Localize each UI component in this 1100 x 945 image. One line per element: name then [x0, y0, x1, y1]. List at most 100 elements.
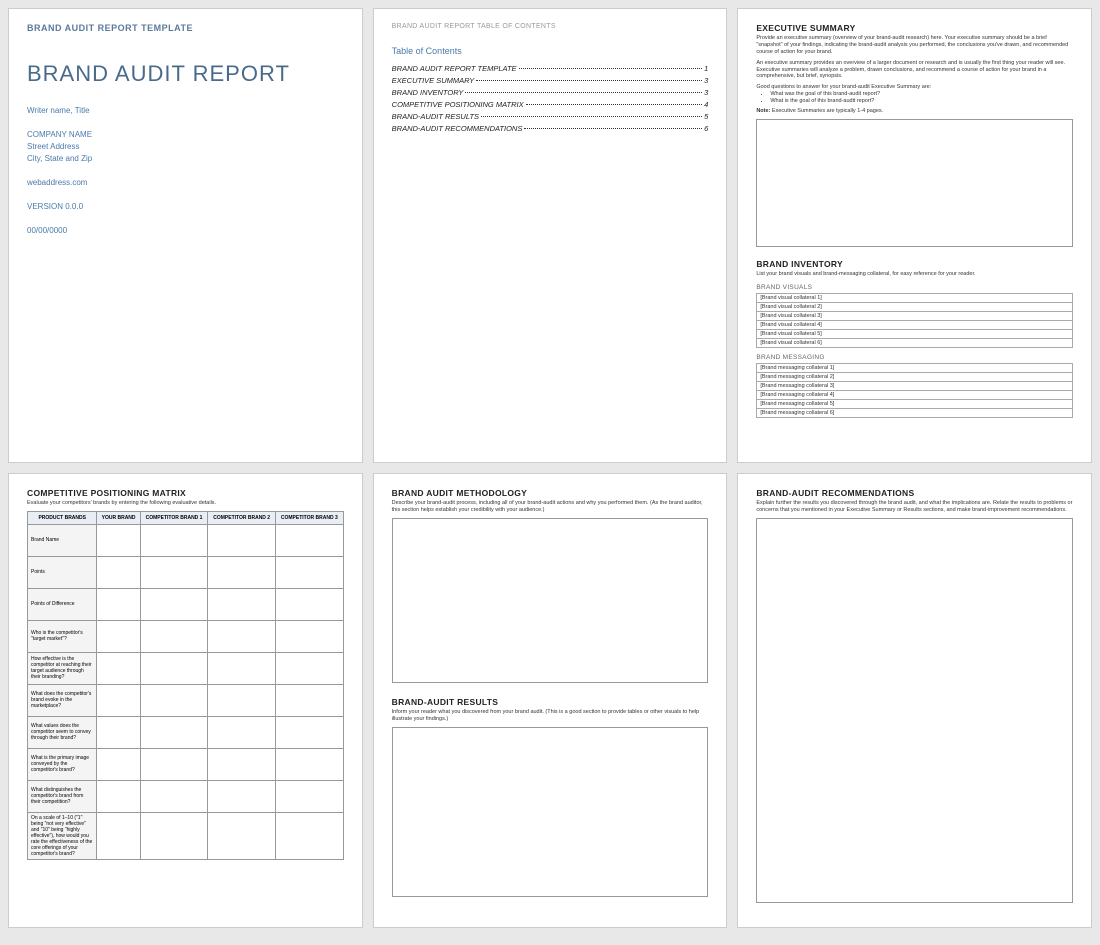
matrix-cell[interactable] — [97, 748, 140, 780]
exec-bullet: What is the goal of this brand-audit rep… — [770, 98, 1073, 105]
cover-street: Street Address — [27, 141, 344, 153]
toc-row-page: 5 — [704, 112, 708, 121]
matrix-row-label: Who is the competitor's "target market"? — [28, 620, 97, 652]
matrix-cell[interactable] — [275, 748, 343, 780]
methodology-input-box[interactable] — [392, 518, 709, 683]
toc-row-label: BRAND INVENTORY — [392, 88, 464, 97]
toc-list: BRAND AUDIT REPORT TEMPLATE 1 EXECUTIVE S… — [392, 64, 709, 133]
exec-bullets: What was the goal of this brand-audit re… — [770, 91, 1073, 105]
exec-desc3: Good questions to answer for your brand-… — [756, 84, 1073, 115]
matrix-cell[interactable] — [140, 716, 208, 748]
toc-title: Table of Contents — [392, 46, 709, 56]
matrix-cell[interactable] — [275, 684, 343, 716]
page-matrix: COMPETITIVE POSITIONING MATRIX Evaluate … — [8, 473, 363, 928]
matrix-cell[interactable] — [140, 652, 208, 684]
matrix-desc: Evaluate your competitors' brands by ent… — [27, 500, 344, 507]
matrix-cell[interactable] — [275, 780, 343, 812]
matrix-cell[interactable] — [97, 652, 140, 684]
matrix-cell[interactable] — [97, 780, 140, 812]
messaging-table: [Brand messaging collateral 1][Brand mes… — [756, 363, 1073, 418]
matrix-cell[interactable] — [97, 812, 140, 859]
matrix-header: COMPETITOR BRAND 2 — [208, 511, 276, 524]
matrix-cell[interactable] — [208, 716, 276, 748]
results-desc: Inform your reader what you discovered f… — [392, 709, 709, 723]
inventory-cell[interactable]: [Brand visual collateral 2] — [757, 302, 1073, 311]
matrix-cell[interactable] — [97, 684, 140, 716]
matrix-cell[interactable] — [208, 684, 276, 716]
matrix-cell[interactable] — [208, 588, 276, 620]
results-title: BRAND-AUDIT RESULTS — [392, 697, 709, 707]
matrix-cell[interactable] — [208, 652, 276, 684]
matrix-row-label: Brand Name — [28, 524, 97, 556]
matrix-cell[interactable] — [208, 556, 276, 588]
inventory-desc: List your brand visuals and brand-messag… — [756, 271, 1073, 278]
inventory-cell[interactable]: [Brand messaging collateral 5] — [757, 399, 1073, 408]
page-cover: BRAND AUDIT REPORT TEMPLATE BRAND AUDIT … — [8, 8, 363, 463]
matrix-cell[interactable] — [208, 748, 276, 780]
page-toc: BRAND AUDIT REPORT TABLE OF CONTENTS Tab… — [373, 8, 728, 463]
matrix-header: COMPETITOR BRAND 1 — [140, 511, 208, 524]
toc-row-page: 3 — [704, 88, 708, 97]
matrix-cell[interactable] — [97, 716, 140, 748]
matrix-cell[interactable] — [140, 812, 208, 859]
page-grid: BRAND AUDIT REPORT TEMPLATE BRAND AUDIT … — [8, 8, 1092, 928]
exec-input-box[interactable] — [756, 119, 1073, 247]
inventory-cell[interactable]: [Brand messaging collateral 1] — [757, 363, 1073, 372]
inventory-cell[interactable]: [Brand messaging collateral 6] — [757, 408, 1073, 417]
results-input-box[interactable] — [392, 727, 709, 897]
toc-row-label: BRAND AUDIT REPORT TEMPLATE — [392, 64, 517, 73]
matrix-cell[interactable] — [208, 524, 276, 556]
exec-desc1: Provide an executive summary (overview o… — [756, 35, 1073, 56]
inventory-cell[interactable]: [Brand messaging collateral 2] — [757, 372, 1073, 381]
matrix-cell[interactable] — [208, 620, 276, 652]
matrix-row-label: What does the competitor's brand evoke i… — [28, 684, 97, 716]
toc-row-label: BRAND-AUDIT RECOMMENDATIONS — [392, 124, 523, 133]
matrix-cell[interactable] — [140, 620, 208, 652]
messaging-subtitle: BRAND MESSAGING — [756, 354, 1073, 361]
toc-row: EXECUTIVE SUMMARY 3 — [392, 76, 709, 85]
exec-q-intro: Good questions to answer for your brand-… — [756, 84, 931, 90]
inventory-cell[interactable]: [Brand visual collateral 1] — [757, 293, 1073, 302]
matrix-cell[interactable] — [140, 556, 208, 588]
toc-row: BRAND-AUDIT RESULTS 5 — [392, 112, 709, 121]
matrix-cell[interactable] — [275, 620, 343, 652]
matrix-cell[interactable] — [97, 524, 140, 556]
matrix-cell[interactable] — [97, 556, 140, 588]
matrix-cell[interactable] — [140, 684, 208, 716]
matrix-row-label: How effective is the competitor at reach… — [28, 652, 97, 684]
matrix-cell[interactable] — [140, 748, 208, 780]
inventory-cell[interactable]: [Brand visual collateral 3] — [757, 311, 1073, 320]
matrix-row-label: Points of Difference — [28, 588, 97, 620]
exec-note-label: Note: — [756, 108, 770, 114]
toc-row-page: 1 — [704, 64, 708, 73]
inventory-cell[interactable]: [Brand visual collateral 5] — [757, 329, 1073, 338]
toc-row: COMPETITIVE POSITIONING MATRIX 4 — [392, 100, 709, 109]
matrix-row-label: What is the primary image conveyed by th… — [28, 748, 97, 780]
matrix-cell[interactable] — [275, 652, 343, 684]
exec-bullet: What was the goal of this brand-audit re… — [770, 91, 1073, 98]
inventory-cell[interactable]: [Brand visual collateral 6] — [757, 338, 1073, 347]
matrix-cell[interactable] — [275, 524, 343, 556]
matrix-cell[interactable] — [97, 620, 140, 652]
inventory-cell[interactable]: [Brand messaging collateral 4] — [757, 390, 1073, 399]
inventory-cell[interactable]: [Brand visual collateral 4] — [757, 320, 1073, 329]
matrix-cell[interactable] — [140, 780, 208, 812]
matrix-cell[interactable] — [275, 716, 343, 748]
cover-citystate: City, State and Zip — [27, 153, 344, 165]
matrix-cell[interactable] — [275, 556, 343, 588]
matrix-cell[interactable] — [97, 588, 140, 620]
matrix-cell[interactable] — [140, 588, 208, 620]
matrix-cell[interactable] — [275, 588, 343, 620]
methodology-title: BRAND AUDIT METHODOLOGY — [392, 488, 709, 498]
matrix-cell[interactable] — [275, 812, 343, 859]
toc-row-label: EXECUTIVE SUMMARY — [392, 76, 475, 85]
recs-input-box[interactable] — [756, 518, 1073, 903]
inventory-cell[interactable]: [Brand messaging collateral 3] — [757, 381, 1073, 390]
inventory-title: BRAND INVENTORY — [756, 259, 1073, 269]
exec-title: EXECUTIVE SUMMARY — [756, 23, 1073, 33]
matrix-cell[interactable] — [208, 812, 276, 859]
matrix-header: PRODUCT BRANDS — [28, 511, 97, 524]
matrix-header: YOUR BRAND — [97, 511, 140, 524]
matrix-cell[interactable] — [140, 524, 208, 556]
matrix-cell[interactable] — [208, 780, 276, 812]
